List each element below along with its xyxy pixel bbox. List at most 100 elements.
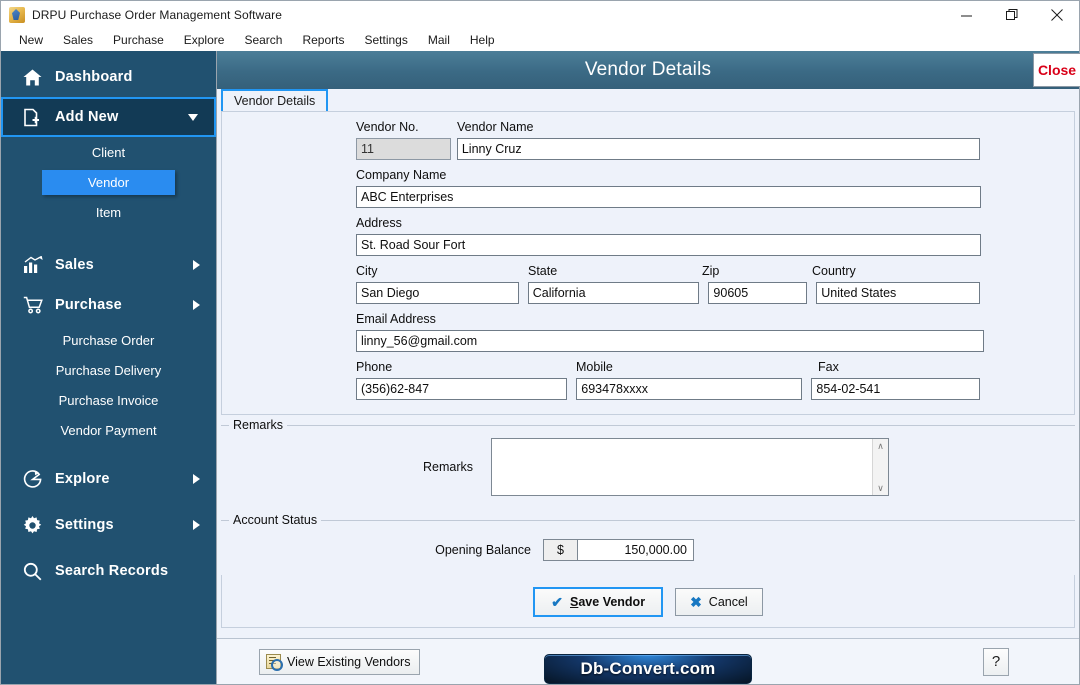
remarks-body: Remarks ∧ ∨ [221, 426, 1075, 510]
tab-vendor-details[interactable]: Vendor Details [221, 89, 329, 111]
sidebar-item-item[interactable]: Item [1, 197, 216, 227]
sidebar-label-vendor: Vendor [41, 169, 176, 195]
input-address[interactable]: St. Road Sour Fort [356, 234, 981, 256]
form-actions: ✔ Save Vendor ✖ Cancel [221, 575, 1075, 628]
chevron-right-icon-explore [193, 474, 200, 484]
menu-item-sales[interactable]: Sales [53, 30, 103, 50]
save-vendor-button[interactable]: ✔ Save Vendor [533, 587, 664, 617]
label-country: Country [812, 264, 856, 278]
document-plus-icon [23, 108, 49, 127]
cart-icon [23, 296, 49, 314]
menu-item-settings[interactable]: Settings [355, 30, 418, 50]
close-window-button[interactable] [1034, 1, 1079, 29]
label-state: State [528, 264, 558, 278]
view-existing-vendors-button[interactable]: View Existing Vendors [259, 648, 421, 675]
menu-item-purchase[interactable]: Purchase [103, 30, 174, 50]
sidebar-item-purchase-delivery[interactable]: Purchase Delivery [1, 355, 216, 385]
input-phone[interactable]: (356)62-847 [356, 378, 568, 400]
label-opening-balance: Opening Balance [435, 543, 531, 557]
scroll-up-icon[interactable]: ∧ [877, 441, 884, 451]
sidebar-label-sales: Sales [55, 257, 94, 273]
input-zip[interactable]: 90605 [708, 282, 808, 304]
input-opening-balance[interactable]: 150,000.00 [577, 539, 694, 561]
label-vendor-no: Vendor No. [356, 120, 419, 134]
sidebar-item-purchase-order[interactable]: Purchase Order [1, 325, 216, 355]
menu-item-reports[interactable]: Reports [292, 30, 354, 50]
cancel-button[interactable]: ✖ Cancel [675, 588, 763, 616]
scroll-down-icon[interactable]: ∨ [877, 483, 884, 493]
save-vendor-label: Save Vendor [570, 595, 645, 609]
account-status-group: Account Status Opening Balance $ 150,000… [221, 513, 1075, 575]
application-window: DRPU Purchase Order Management Software … [0, 0, 1080, 685]
sidebar-label-dashboard: Dashboard [55, 69, 133, 85]
close-form-button[interactable]: Close [1033, 53, 1080, 87]
input-remarks[interactable]: ∧ ∨ [491, 438, 889, 496]
remarks-scrollbar[interactable]: ∧ ∨ [872, 439, 888, 495]
account-status-body: Opening Balance $ 150,000.00 [221, 521, 1075, 575]
label-remarks: Remarks [422, 460, 473, 474]
sidebar-item-purchase-invoice[interactable]: Purchase Invoice [1, 385, 216, 415]
document-search-icon [266, 654, 283, 671]
menu-item-search[interactable]: Search [234, 30, 292, 50]
sidebar-label-settings: Settings [55, 517, 114, 533]
sidebar-item-add-new[interactable]: Add New [1, 97, 216, 137]
sidebar-item-settings[interactable]: Settings [1, 505, 216, 545]
account-status-group-title: Account Status [229, 513, 322, 527]
input-city[interactable]: San Diego [356, 282, 519, 304]
label-email-address: Email Address [356, 312, 436, 326]
input-email-address[interactable]: linny_56@gmail.com [356, 330, 984, 352]
currency-symbol: $ [543, 539, 577, 561]
maximize-restore-button[interactable] [989, 1, 1034, 29]
input-vendor-name[interactable]: Linny Cruz [456, 138, 980, 160]
label-vendor-name: Vendor Name [457, 120, 534, 134]
label-address: Address [356, 216, 402, 230]
window-controls [944, 1, 1079, 29]
menu-bar: New Sales Purchase Explore Search Report… [1, 29, 1079, 51]
sidebar-label-purchase-delivery: Purchase Delivery [55, 362, 162, 378]
input-state[interactable]: California [527, 282, 700, 304]
brand-text: Db-Convert.com [580, 659, 716, 678]
input-mobile[interactable]: 693478xxxx [576, 378, 803, 400]
input-country[interactable]: United States [816, 282, 980, 304]
input-vendor-no[interactable]: 11 [356, 138, 451, 160]
brand-logo: Db-Convert.com [544, 654, 752, 684]
sidebar-item-explore[interactable]: Explore [1, 459, 216, 499]
sidebar-label-item: Item [95, 204, 122, 220]
sidebar-item-search-records[interactable]: Search Records [1, 551, 216, 591]
tab-strip: Vendor Details [217, 89, 1079, 111]
sidebar-label-purchase-order: Purchase Order [62, 332, 155, 348]
menu-item-help[interactable]: Help [460, 30, 505, 50]
help-button[interactable]: ? [983, 647, 1009, 676]
sidebar-item-client[interactable]: Client [1, 137, 216, 167]
sidebar-item-purchase[interactable]: Purchase [1, 285, 216, 325]
input-company-name[interactable]: ABC Enterprises [356, 186, 981, 208]
form-header: Vendor Details Close [217, 51, 1080, 89]
label-city: City [356, 264, 378, 278]
sidebar-item-dashboard[interactable]: Dashboard [1, 57, 216, 97]
sidebar-item-vendor[interactable]: Vendor [1, 167, 216, 197]
input-fax[interactable]: 854-02-541 [811, 378, 980, 400]
x-icon: ✖ [690, 594, 702, 610]
sidebar: Dashboard Add New Client Vendor Item Sal… [1, 51, 216, 684]
sidebar-label-vendor-payment: Vendor Payment [60, 422, 157, 438]
chevron-right-icon-sales [193, 260, 200, 270]
minimize-button[interactable] [944, 1, 989, 29]
sidebar-label-client: Client [91, 144, 126, 160]
sidebar-label-search-records: Search Records [55, 563, 169, 579]
menu-item-new[interactable]: New [9, 30, 53, 50]
menu-item-explore[interactable]: Explore [174, 30, 235, 50]
sidebar-label-purchase: Purchase [55, 297, 122, 313]
search-icon [23, 562, 49, 581]
sidebar-label-purchase-invoice: Purchase Invoice [58, 392, 159, 408]
view-existing-vendors-label: View Existing Vendors [287, 654, 411, 669]
cancel-label: Cancel [708, 595, 748, 609]
sidebar-label-add-new: Add New [55, 109, 119, 125]
label-mobile: Mobile [576, 360, 613, 374]
label-fax: Fax [818, 360, 839, 374]
sidebar-item-sales[interactable]: Sales [1, 245, 216, 285]
title-bar: DRPU Purchase Order Management Software [1, 1, 1079, 29]
sidebar-item-vendor-payment[interactable]: Vendor Payment [1, 415, 216, 445]
app-icon [9, 7, 25, 23]
page-title: Vendor Details [584, 59, 712, 80]
menu-item-mail[interactable]: Mail [418, 30, 460, 50]
